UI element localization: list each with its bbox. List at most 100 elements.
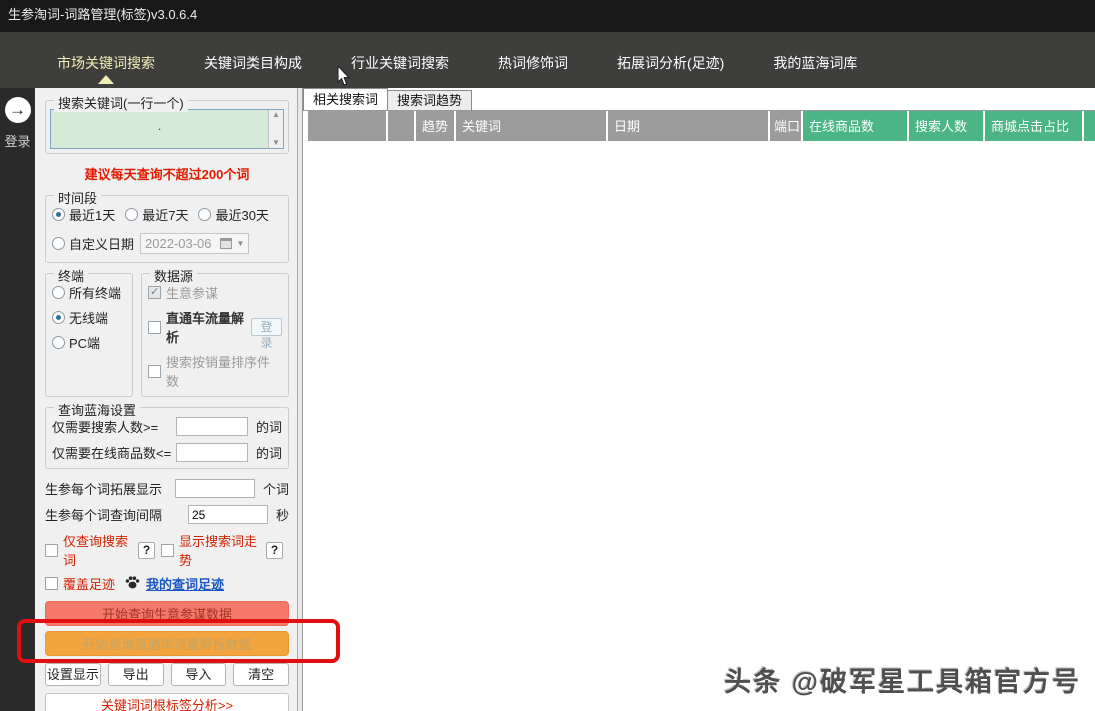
- search-keywords-group-title: 搜索关键词(一行一个): [54, 93, 188, 112]
- radio-pc-label: PC端: [69, 336, 101, 351]
- textarea-scrollbar[interactable]: ▲ ▼: [268, 110, 283, 148]
- nav-tab-my-bluesea-words[interactable]: 我的蓝海词库: [773, 53, 857, 73]
- nav-tab-keyword-category[interactable]: 关键词类目构成: [204, 53, 302, 73]
- checkbox-ztc-traffic[interactable]: 直通车流量解析 登录: [148, 308, 282, 350]
- radio-dot: [125, 208, 139, 221]
- date-dropdown-icon[interactable]: ▼: [237, 239, 245, 248]
- radio-dot: [198, 208, 212, 221]
- nav-tab-market-keyword-search[interactable]: 市场关键词搜索: [57, 53, 155, 73]
- checkbox-box: [45, 543, 58, 557]
- my-query-footprint-link[interactable]: 我的查词足迹: [146, 574, 224, 593]
- terminal-group-title: 终端: [54, 266, 89, 285]
- radio-dot: [52, 311, 65, 324]
- column-header-online-products[interactable]: 在线商品数: [803, 111, 907, 141]
- table-header-row: 趋势 关键词 日期 端口 在线商品数 搜索人数 商城点击占比: [303, 110, 1095, 141]
- export-button[interactable]: 导出: [107, 663, 164, 686]
- help-button-2[interactable]: ?: [266, 541, 283, 559]
- radio-dot: [52, 208, 65, 221]
- max-products-suffix: 的词: [255, 446, 282, 461]
- radio-last-7-days-label: 最近7天: [142, 208, 189, 223]
- query-control-panel: 搜索关键词(一行一个) · ▲ ▼ 建议每天查询不超过200个词 时间段 最近1…: [35, 88, 298, 711]
- min-searchers-label: 仅需要搜索人数>=: [52, 420, 159, 435]
- window-title: 生参淘词-词路管理(标签)v3.0.6.4: [0, 0, 1095, 32]
- column-header-blank-1[interactable]: [308, 111, 386, 141]
- radio-wireless[interactable]: 无线端: [52, 308, 108, 327]
- query-interval-input[interactable]: [187, 505, 268, 524]
- query-interval-suffix: 秒: [275, 508, 289, 523]
- radio-last-7-days[interactable]: 最近7天: [125, 205, 188, 224]
- radio-last-1-day[interactable]: 最近1天: [52, 205, 115, 224]
- expand-count-input[interactable]: [174, 479, 255, 498]
- help-button-1[interactable]: ?: [138, 541, 155, 559]
- max-products-label: 仅需要在线商品数<=: [52, 446, 172, 461]
- column-header-port[interactable]: 端口: [770, 111, 801, 141]
- checkbox-sort-by-sales-label: 搜索按销量排序件数: [166, 355, 271, 389]
- nav-tabs: 市场关键词搜索 关键词类目构成 行业关键词搜索 热词修饰词 拓展词分析(足迹) …: [0, 32, 1095, 73]
- radio-pc[interactable]: PC端: [52, 333, 100, 352]
- checkbox-sort-by-sales[interactable]: 搜索按销量排序件数: [148, 352, 282, 390]
- terminal-group: 终端 所有终端 无线端 PC端: [45, 266, 133, 397]
- date-picker[interactable]: 2022-03-06 ▼: [140, 233, 250, 254]
- start-query-sycm-button[interactable]: 开始查询生意参谋数据: [45, 601, 289, 626]
- radio-dot: [52, 237, 65, 250]
- keywords-textarea[interactable]: · ▲ ▼: [50, 109, 284, 149]
- query-interval-label: 生参每个词查询间隔: [45, 508, 163, 523]
- search-keywords-group: 搜索关键词(一行一个) · ▲ ▼: [45, 93, 289, 154]
- results-table-area: 相关搜索词 搜索词趋势 趋势 关键词 日期 端口 在线商品数 搜索人数 商城点击…: [302, 88, 1095, 711]
- daily-limit-hint: 建议每天查询不超过200个词: [84, 167, 250, 182]
- column-header-mall-click-ratio[interactable]: 商城点击占比: [985, 111, 1082, 141]
- min-searchers-suffix: 的词: [255, 420, 282, 435]
- root-tag-analysis-button[interactable]: 关键词词根标签分析>>: [45, 693, 289, 711]
- mouse-cursor: [337, 64, 353, 93]
- scroll-up-icon[interactable]: ▲: [272, 111, 280, 119]
- column-header-partial[interactable]: [1084, 111, 1095, 141]
- radio-last-30-days-label: 最近30天: [215, 208, 269, 223]
- expand-count-label: 生参每个词拓展显示: [45, 482, 163, 497]
- login-arrow-icon[interactable]: →: [4, 97, 31, 123]
- max-products-input[interactable]: [175, 443, 248, 462]
- paw-print-icon: [125, 575, 140, 592]
- cover-footprint-label: 覆盖足迹: [63, 577, 116, 592]
- nav-tab-expand-analysis[interactable]: 拓展词分析(足迹): [617, 53, 724, 73]
- display-settings-button[interactable]: 设置显示: [45, 663, 101, 686]
- checkbox-ztc-label: 直通车流量解析: [166, 311, 245, 345]
- checkbox-box: [148, 285, 161, 299]
- checkbox-box: [45, 577, 58, 590]
- watermark-text: 头条 @破军星工具箱官方号: [724, 667, 1081, 697]
- checkbox-sycm[interactable]: 生意参谋: [148, 283, 218, 302]
- ztc-login-button[interactable]: 登录: [251, 318, 282, 350]
- checkbox-cover-footprint[interactable]: 覆盖足迹: [45, 574, 115, 593]
- checkbox-only-query-search-words[interactable]: 仅查询搜索词: [45, 531, 134, 569]
- radio-last-30-days[interactable]: 最近30天: [198, 205, 269, 224]
- radio-custom-date[interactable]: 自定义日期: [52, 234, 134, 253]
- column-header-blank-2[interactable]: [388, 111, 414, 141]
- start-query-ztc-button[interactable]: 开始查询直通车流量解析数据: [45, 631, 289, 656]
- checkbox-show-trend[interactable]: 显示搜索词走势: [160, 531, 262, 569]
- only-query-label: 仅查询搜索词: [63, 534, 129, 568]
- scroll-down-icon[interactable]: ▼: [272, 139, 280, 147]
- login-label[interactable]: 登录: [0, 131, 35, 150]
- clear-button[interactable]: 清空: [233, 663, 289, 686]
- column-header-keyword[interactable]: 关键词: [456, 111, 606, 141]
- expand-count-suffix: 个词: [262, 482, 289, 497]
- tab-search-word-trend[interactable]: 搜索词趋势: [388, 90, 473, 110]
- main-navbar: 市场关键词搜索 关键词类目构成 行业关键词搜索 热词修饰词 拓展词分析(足迹) …: [0, 32, 1095, 88]
- nav-tab-hot-modifier-words[interactable]: 热词修饰词: [498, 53, 568, 73]
- column-header-trend[interactable]: 趋势: [416, 111, 454, 141]
- checkbox-box: [148, 320, 161, 334]
- import-button[interactable]: 导入: [170, 663, 227, 686]
- column-header-searchers[interactable]: 搜索人数: [909, 111, 983, 141]
- keywords-textarea-value: ·: [157, 121, 162, 136]
- calendar-icon[interactable]: [219, 238, 232, 249]
- min-searchers-input[interactable]: [175, 417, 248, 436]
- nav-tab-industry-keyword-search[interactable]: 行业关键词搜索: [351, 53, 449, 73]
- radio-custom-date-label: 自定义日期: [69, 237, 135, 252]
- date-value: 2022-03-06: [145, 236, 212, 251]
- bluesea-settings-title: 查询蓝海设置: [54, 400, 141, 419]
- datasource-group: 数据源 生意参谋 直通车流量解析 登录 搜索按销量排序件数: [141, 266, 289, 397]
- column-header-date[interactable]: 日期: [608, 111, 768, 141]
- show-trend-label: 显示搜索词走势: [178, 534, 257, 568]
- radio-all-terminals[interactable]: 所有终端: [52, 283, 121, 302]
- radio-dot: [52, 336, 65, 349]
- radio-wireless-label: 无线端: [69, 311, 109, 326]
